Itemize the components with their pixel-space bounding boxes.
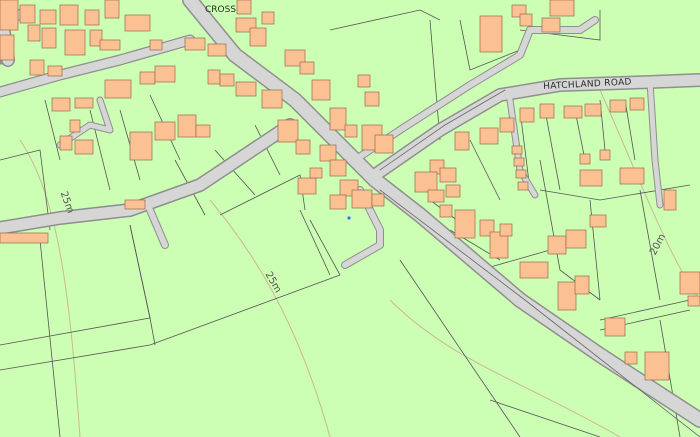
map-canvas[interactable] [0, 0, 700, 437]
place-label: CROSS [205, 5, 237, 15]
map-view[interactable]: CROSS HATCHLAND ROAD 25m 25m 20m [0, 0, 700, 437]
location-marker [347, 216, 351, 220]
